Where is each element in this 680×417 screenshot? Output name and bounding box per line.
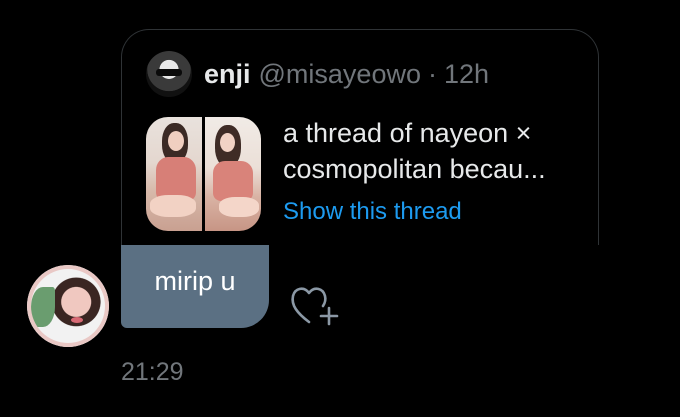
quoted-tweet-card[interactable]: enji @misayeowo · 12h a thread of nayeon…	[121, 29, 599, 245]
message-text: mirip u	[154, 266, 236, 296]
thumb-figure-face	[168, 131, 184, 151]
heart-plus-icon	[291, 287, 339, 326]
thumb-figure-dress	[213, 161, 253, 201]
author-name[interactable]: enji	[204, 59, 251, 90]
avatar-ring	[27, 265, 109, 347]
quoted-tweet-text: a thread of nayeon × cosmopolitan becau.…	[283, 115, 583, 187]
quoted-tweet-text-line-1: a thread of nayeon ×	[283, 118, 532, 148]
dm-conversation: enji @misayeowo · 12h a thread of nayeon…	[0, 0, 680, 417]
author-handle: @misayeowo	[258, 58, 421, 89]
author-avatar[interactable]	[146, 51, 192, 97]
show-thread-link[interactable]: Show this thread	[283, 198, 462, 226]
avatar-glasses	[156, 69, 182, 76]
quoted-tweet-header: enji @misayeowo · 12h	[146, 50, 489, 98]
sender-avatar[interactable]	[27, 265, 109, 347]
media-thumbnail-1[interactable]	[146, 117, 202, 231]
quoted-tweet-text-line-2: cosmopolitan becau...	[283, 154, 546, 184]
react-button[interactable]	[287, 279, 345, 329]
thumb-figure-legs	[219, 197, 259, 217]
media-thumbnail-2[interactable]	[205, 117, 261, 231]
tweet-media-thumbnails[interactable]	[146, 117, 261, 231]
tweet-time: 12h	[443, 58, 490, 89]
thumb-figure-legs	[150, 195, 196, 217]
thumb-figure-face	[220, 133, 235, 152]
message-timestamp: 21:29	[121, 358, 184, 386]
header-separator: ·	[427, 58, 437, 89]
message-bubble[interactable]: mirip u	[121, 245, 269, 328]
